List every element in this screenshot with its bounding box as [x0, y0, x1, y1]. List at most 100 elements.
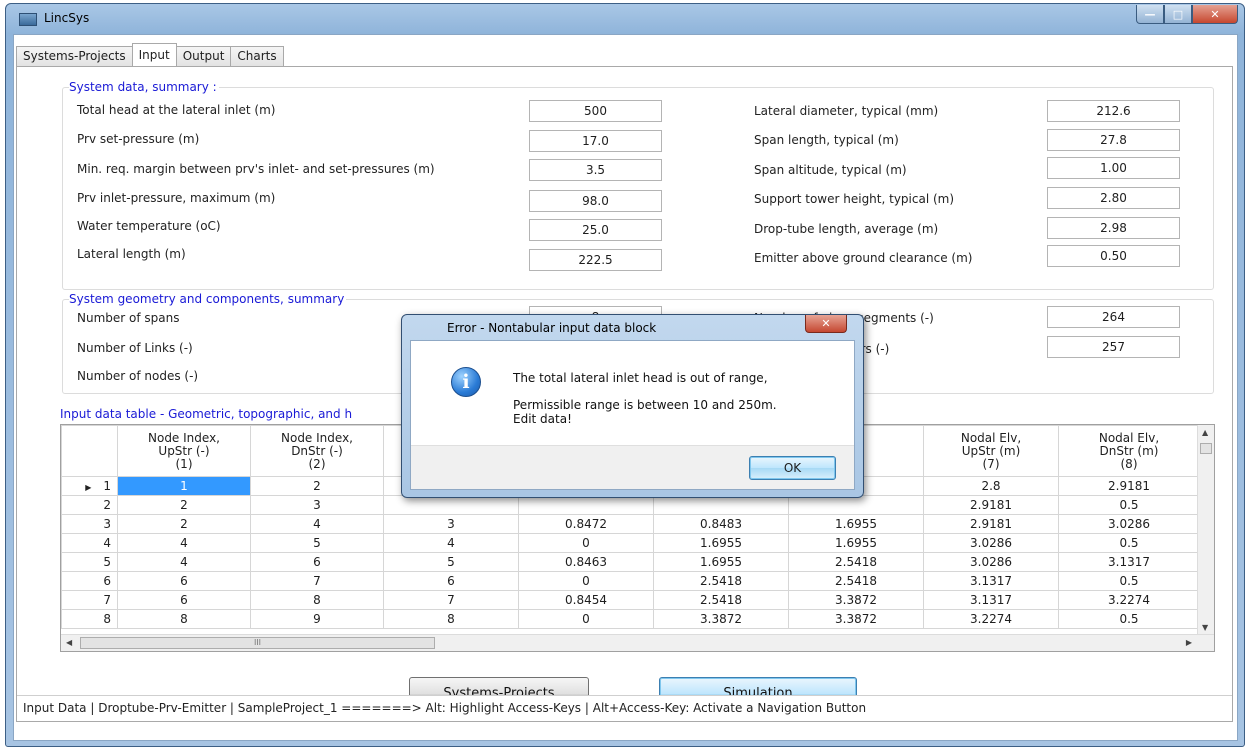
scroll-up-icon[interactable]: ▲	[1202, 428, 1208, 437]
row-header[interactable]: 6	[61, 571, 118, 591]
table-cell[interactable]	[788, 495, 924, 515]
support-tower-height-field[interactable]: 2.80	[1047, 187, 1180, 209]
table-cell[interactable]: 6	[117, 571, 251, 591]
tab-output[interactable]: Output	[175, 46, 232, 66]
column-header[interactable]: Node Index, UpStr (-) (1)	[117, 425, 251, 477]
table-cell[interactable]: 2	[117, 495, 251, 515]
table-cell[interactable]: 0	[518, 609, 654, 629]
table-cell[interactable]: 1.6955	[788, 514, 924, 534]
table-cell[interactable]: 2.9181	[923, 514, 1059, 534]
span-altitude-field[interactable]: 1.00	[1047, 157, 1180, 179]
table-cell[interactable]: 1.6955	[653, 533, 789, 553]
table-cell[interactable]: 4	[117, 533, 251, 553]
table-cell[interactable]: 0.5	[1058, 571, 1200, 591]
close-button[interactable]: ✕	[1192, 5, 1238, 24]
tab-systems-projects[interactable]: Systems-Projects	[16, 46, 133, 66]
table-cell[interactable]: 9	[250, 609, 384, 629]
ok-button[interactable]: OK	[749, 456, 836, 480]
tab-input[interactable]: Input	[131, 43, 177, 66]
tab-charts[interactable]: Charts	[230, 46, 284, 66]
min-margin-field[interactable]: 3.5	[529, 159, 662, 181]
table-cell[interactable]: 0.8483	[653, 514, 789, 534]
table-cell[interactable]: 0.8463	[518, 552, 654, 572]
row-header[interactable]: 2	[61, 495, 118, 515]
table-cell[interactable]: 3.3872	[788, 609, 924, 629]
hscroll-thumb[interactable]: III	[80, 637, 435, 649]
table-cell[interactable]: 3.1317	[1058, 552, 1200, 572]
table-row[interactable]: 4 4 5 4 0 1.6955 1.6955 3.0286 0.5	[61, 533, 1200, 553]
table-cell[interactable]: 2.5418	[788, 571, 924, 591]
number-of-emitters-field[interactable]: 257	[1047, 336, 1180, 358]
table-cell[interactable]: 2.5418	[653, 590, 789, 610]
lateral-length-field[interactable]: 222.5	[529, 249, 662, 271]
row-header[interactable]: 5	[61, 552, 118, 572]
drop-tube-length-field[interactable]: 2.98	[1047, 217, 1180, 239]
table-row[interactable]: 2 2 3 2.9181 0.5	[61, 495, 1200, 515]
table-cell[interactable]: 3.0286	[923, 552, 1059, 572]
table-cell[interactable]: 2	[250, 476, 384, 496]
total-head-field[interactable]: 500	[529, 100, 662, 122]
table-cell[interactable]: 0.5	[1058, 495, 1200, 515]
table-cell[interactable]: 4	[117, 552, 251, 572]
table-cell[interactable]: 7	[250, 571, 384, 591]
grid-horizontal-scrollbar[interactable]: ◀ III ▶	[61, 634, 1214, 651]
emitter-clearance-field[interactable]: 0.50	[1047, 245, 1180, 267]
table-cell[interactable]: 4	[383, 533, 519, 553]
table-cell[interactable]	[653, 495, 789, 515]
prv-set-pressure-field[interactable]: 17.0	[529, 130, 662, 152]
table-cell[interactable]: 6	[250, 552, 384, 572]
grid-vertical-scrollbar[interactable]: ▲ ▼	[1197, 425, 1214, 635]
scroll-left-icon[interactable]: ◀	[66, 638, 72, 647]
table-cell[interactable]: 3	[383, 514, 519, 534]
table-cell[interactable]: 2.5418	[653, 571, 789, 591]
error-dialog[interactable]: Error - Nontabular input data block ✕ i …	[401, 314, 864, 498]
table-cell[interactable]: 5	[250, 533, 384, 553]
table-cell[interactable]: 6	[383, 571, 519, 591]
minimize-button[interactable]: —	[1136, 5, 1164, 24]
table-cell[interactable]	[383, 495, 519, 515]
table-cell[interactable]: 0	[518, 571, 654, 591]
table-cell[interactable]: 3.1317	[923, 590, 1059, 610]
lateral-diameter-field[interactable]: 212.6	[1047, 100, 1180, 122]
row-header[interactable]: 4	[61, 533, 118, 553]
table-cell[interactable]: 3.2274	[923, 609, 1059, 629]
maximize-button[interactable]: □	[1164, 5, 1192, 24]
table-cell[interactable]: 0.5	[1058, 533, 1200, 553]
table-cell[interactable]: 3	[250, 495, 384, 515]
table-cell[interactable]: 1	[117, 476, 251, 496]
water-temperature-field[interactable]: 25.0	[529, 219, 662, 241]
table-cell[interactable]: 0	[518, 533, 654, 553]
table-cell[interactable]: 5	[383, 552, 519, 572]
table-row[interactable]: 8 8 9 8 0 3.3872 3.3872 3.2274 0.5	[61, 609, 1200, 629]
table-cell[interactable]: 3.3872	[653, 609, 789, 629]
table-cell[interactable]: 8	[250, 590, 384, 610]
table-row[interactable]: 5 4 6 5 0.8463 1.6955 2.5418 3.0286 3.13…	[61, 552, 1200, 572]
table-cell[interactable]: 3.0286	[1058, 514, 1200, 534]
row-header[interactable]: 8	[61, 609, 118, 629]
table-cell[interactable]: 3.3872	[788, 590, 924, 610]
table-cell[interactable]: 8	[117, 609, 251, 629]
column-header[interactable]: Nodal Elv, DnStr (m) (8)	[1058, 425, 1200, 477]
span-length-field[interactable]: 27.8	[1047, 129, 1180, 151]
table-row[interactable]: 6 6 7 6 0 2.5418 2.5418 3.1317 0.5	[61, 571, 1200, 591]
table-cell[interactable]: 1.6955	[788, 533, 924, 553]
number-of-pipe-segments-field[interactable]: 264	[1047, 306, 1180, 328]
table-cell[interactable]: 3.2274	[1058, 590, 1200, 610]
table-cell[interactable]: 6	[117, 590, 251, 610]
table-cell[interactable]: 8	[383, 609, 519, 629]
table-cell[interactable]: 0.8472	[518, 514, 654, 534]
table-cell[interactable]: 2	[117, 514, 251, 534]
table-cell[interactable]: 2.8	[923, 476, 1059, 496]
prv-inlet-pressure-field[interactable]: 98.0	[529, 190, 662, 212]
table-cell[interactable]: 1.6955	[653, 552, 789, 572]
table-cell[interactable]: 2.9181	[1058, 476, 1200, 496]
table-cell[interactable]: 7	[383, 590, 519, 610]
row-header[interactable]: 3	[61, 514, 118, 534]
row-header[interactable]: ▶ 1	[61, 476, 118, 496]
table-cell[interactable]: 0.8454	[518, 590, 654, 610]
column-header[interactable]: Nodal Elv, UpStr (m) (7)	[923, 425, 1059, 477]
table-cell[interactable]: 0.5	[1058, 609, 1200, 629]
dialog-close-button[interactable]: ✕	[805, 315, 847, 333]
scroll-right-icon[interactable]: ▶	[1186, 638, 1192, 647]
table-row[interactable]: 7 6 8 7 0.8454 2.5418 3.3872 3.1317 3.22…	[61, 590, 1200, 610]
